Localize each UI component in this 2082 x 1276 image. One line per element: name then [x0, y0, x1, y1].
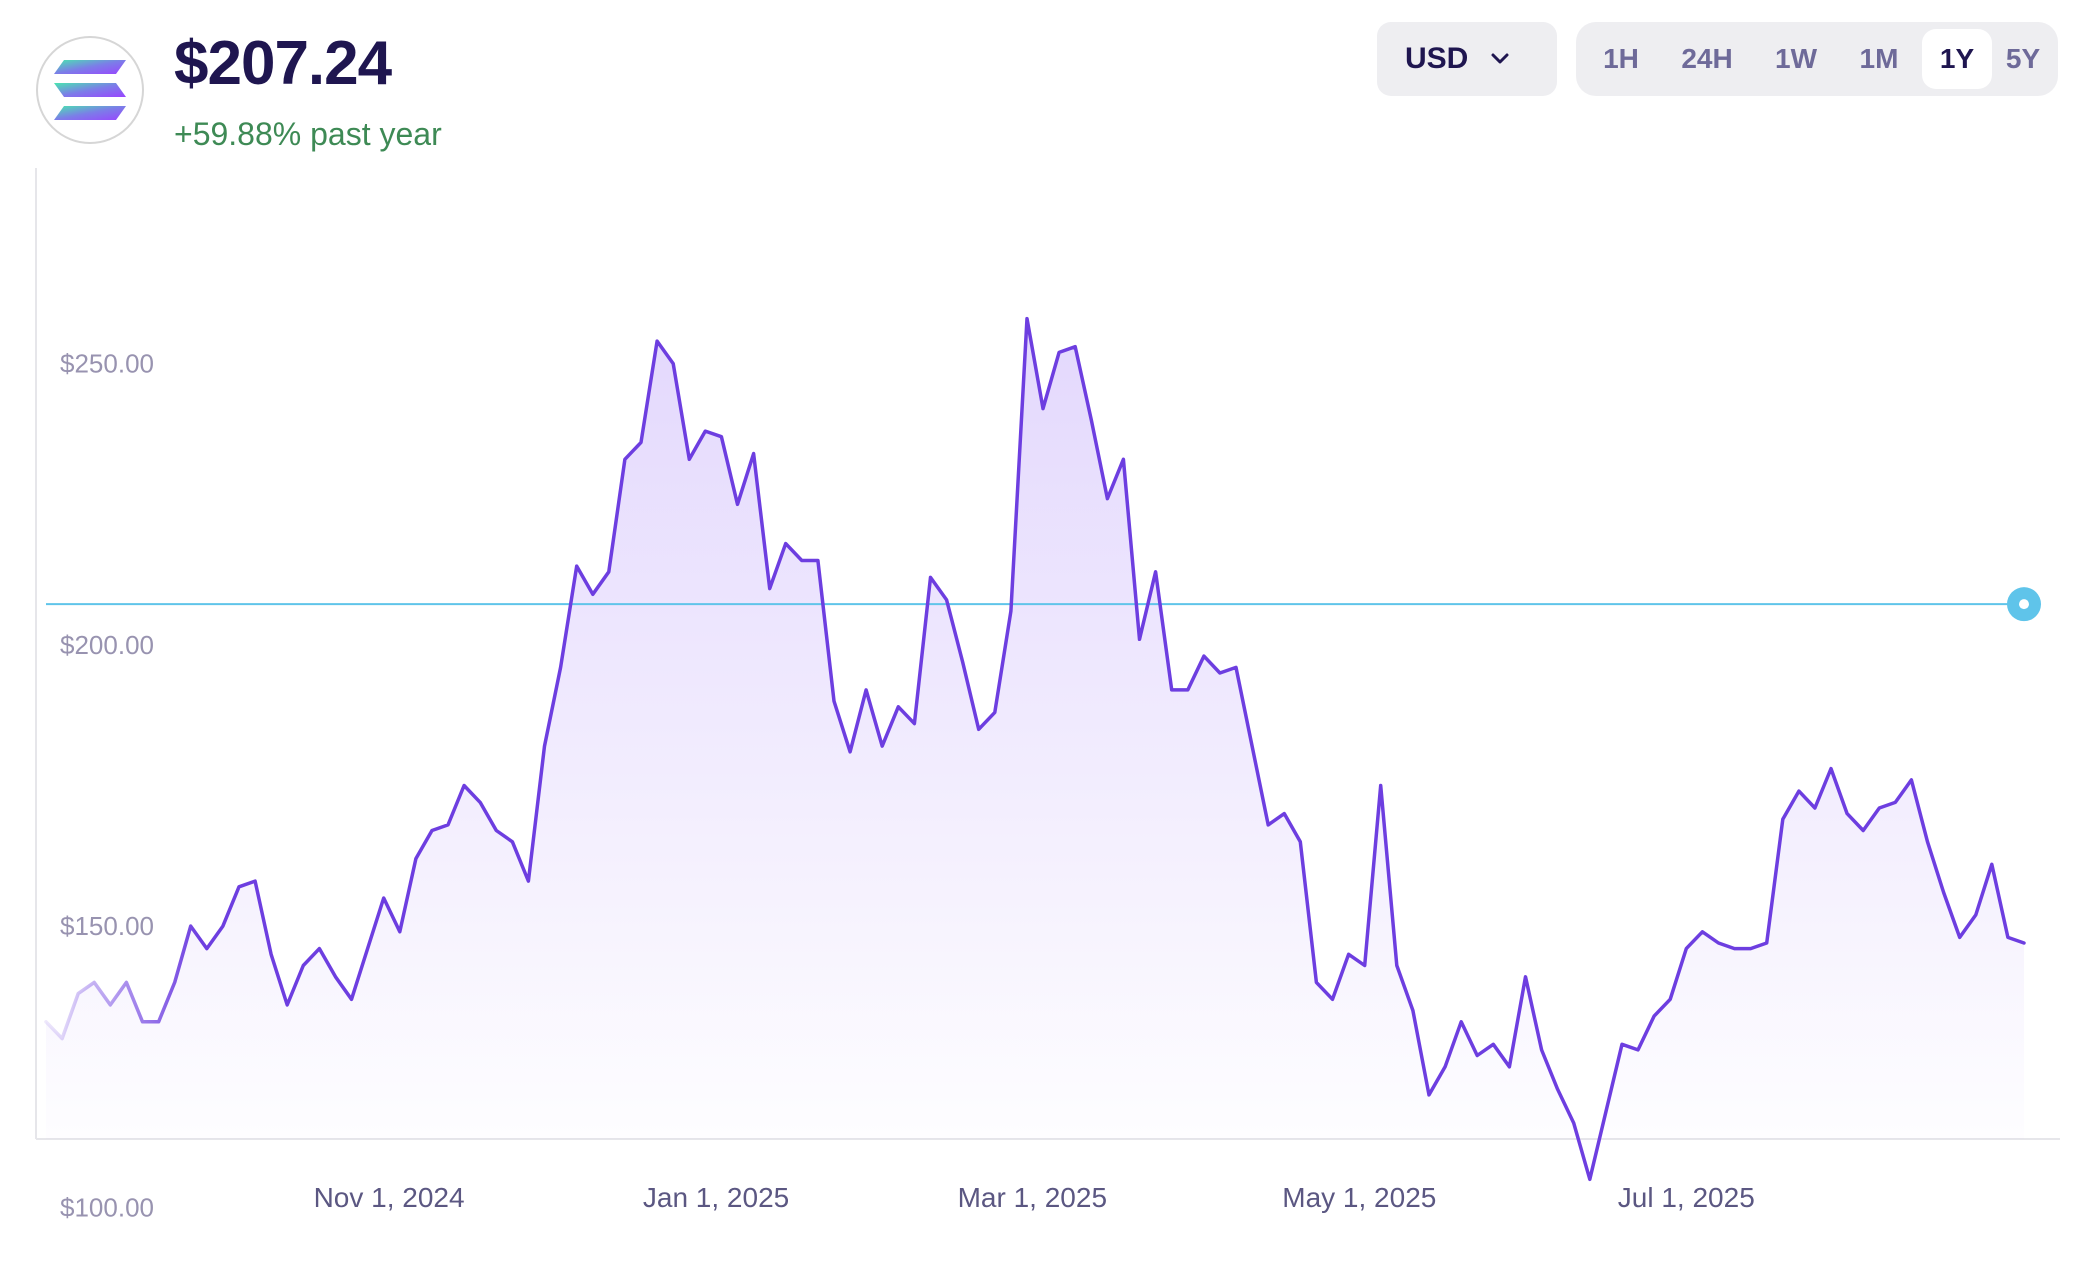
range-1m-button[interactable]: 1M: [1840, 29, 1918, 89]
time-range-selector: 1H 24H 1W 1M 1Y 5Y: [1576, 22, 2058, 96]
marker-dot: [2019, 599, 2029, 610]
price-area: [46, 318, 2024, 1180]
x-tick-label: Jan 1, 2025: [643, 1182, 789, 1213]
currency-dropdown[interactable]: USD: [1377, 22, 1557, 96]
x-tick-label: Jul 1, 2025: [1618, 1182, 1755, 1213]
x-tick-label: Nov 1, 2024: [314, 1182, 465, 1213]
x-tick-label: Mar 1, 2025: [958, 1182, 1107, 1213]
price-change: +59.88% past year: [174, 116, 442, 152]
currency-label: USD: [1405, 42, 1469, 75]
x-tick-label: May 1, 2025: [1282, 1182, 1436, 1213]
range-1y-button[interactable]: 1Y: [1922, 29, 1992, 89]
range-1w-button[interactable]: 1W: [1756, 29, 1836, 89]
range-5y-button[interactable]: 5Y: [1994, 29, 2052, 89]
range-1h-button[interactable]: 1H: [1586, 29, 1656, 89]
y-tick-label: $250.00: [60, 349, 154, 379]
y-tick-label: $200.00: [60, 630, 154, 660]
current-price-marker[interactable]: [2007, 587, 2041, 622]
range-24h-button[interactable]: 24H: [1662, 29, 1752, 89]
solana-logo-icon: [36, 36, 144, 144]
y-tick-label: $100.00: [60, 1192, 154, 1222]
price-chart: $100.00 $150.00 $200.00 $250.00 Nov 1, 2024…: [35, 168, 2060, 1222]
y-tick-label: $150.00: [60, 911, 154, 941]
chevron-down-icon: [1490, 52, 1510, 71]
current-price: $207.24: [174, 29, 392, 98]
